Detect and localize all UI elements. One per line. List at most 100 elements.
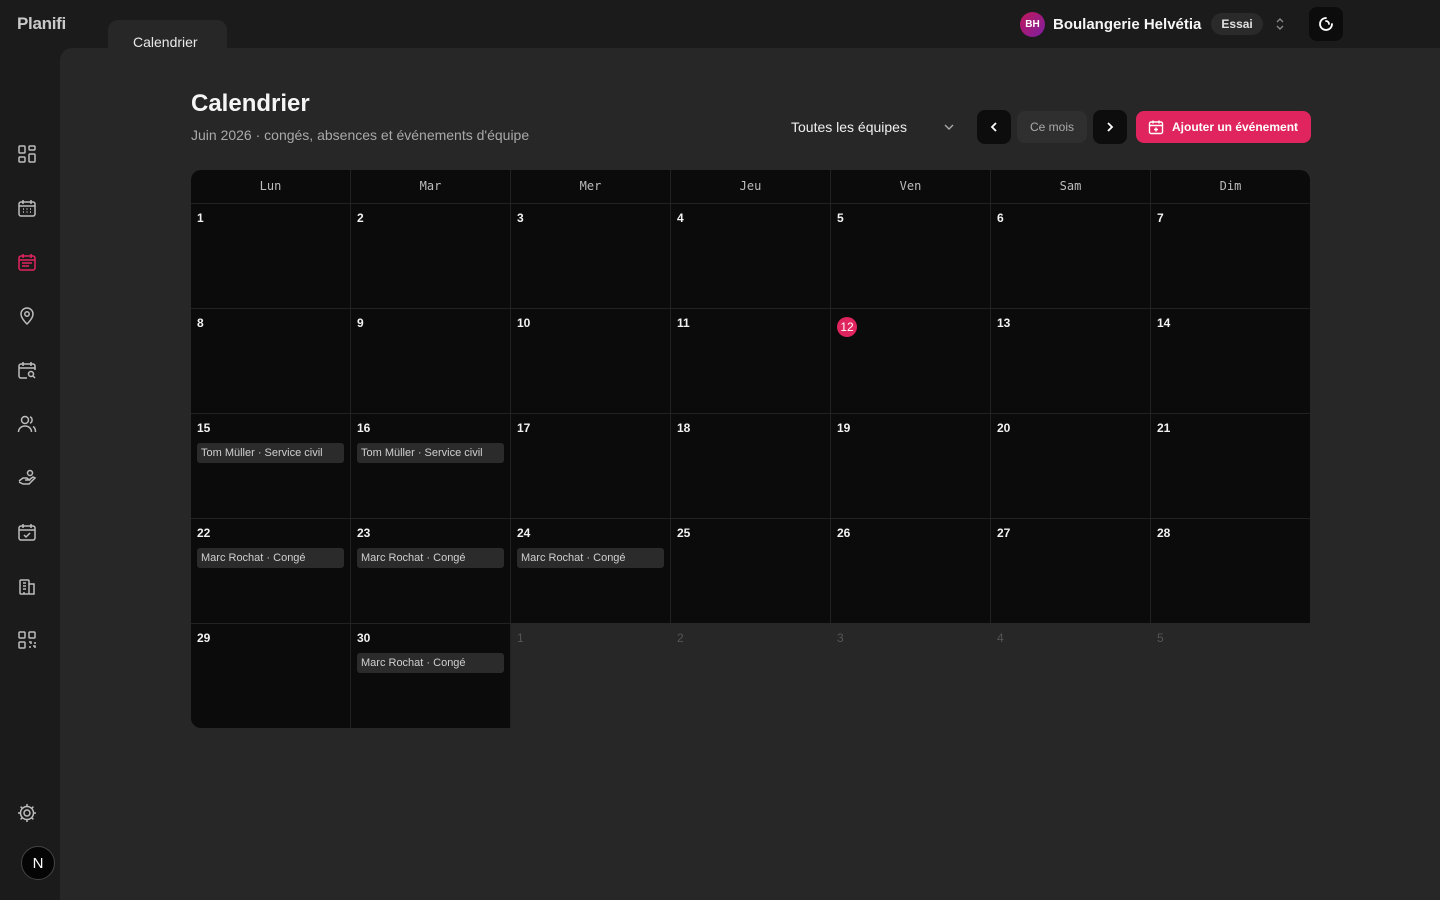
day-cell-outside[interactable]: 5 (1151, 623, 1310, 728)
current-month-button[interactable]: Ce mois (1017, 111, 1087, 143)
team-filter-value: Toutes les équipes (791, 119, 907, 135)
weekday-label: Lun (191, 170, 351, 203)
weekday-label: Sam (991, 170, 1151, 203)
day-number: 15 (197, 421, 211, 435)
app-logo[interactable]: Planifi (17, 14, 66, 34)
day-cell[interactable]: 11 (671, 308, 831, 413)
day-cell[interactable]: 10 (511, 308, 671, 413)
day-number: 1 (517, 631, 524, 645)
building-icon[interactable] (16, 575, 38, 597)
day-cell[interactable]: 14 (1151, 308, 1310, 413)
day-number: 12 (837, 316, 984, 337)
chevron-updown-icon (1273, 17, 1287, 31)
calendar-search-icon[interactable] (16, 359, 38, 381)
day-cell[interactable]: 19 (831, 413, 991, 518)
weekday-label: Ven (831, 170, 991, 203)
day-cell[interactable]: 2 (351, 203, 511, 308)
day-cell[interactable]: 16 Tom Müller · Service civil (351, 413, 511, 518)
day-cell[interactable]: 8 (191, 308, 351, 413)
day-cell-outside[interactable]: 3 (831, 623, 991, 728)
hand-money-icon[interactable] (16, 467, 38, 489)
day-cell[interactable]: 7 (1151, 203, 1310, 308)
org-name: Boulangerie Helvétia (1053, 15, 1202, 33)
day-cell[interactable]: 5 (831, 203, 991, 308)
day-number: 30 (357, 631, 371, 645)
day-cell[interactable]: 26 (831, 518, 991, 623)
day-number: 7 (1157, 211, 1164, 225)
page-subtitle: Juin 2026 · congés, absences et événemen… (191, 127, 530, 143)
users-icon[interactable] (16, 413, 38, 435)
today-marker: 12 (837, 317, 857, 337)
calendar-event[interactable]: Tom Müller · Service civil (197, 443, 344, 463)
day-number: 20 (997, 421, 1011, 435)
day-cell[interactable]: 3 (511, 203, 671, 308)
day-number: 29 (197, 631, 211, 645)
day-cell[interactable]: 4 (671, 203, 831, 308)
calendar-grid: Lun Mar Mer Jeu Ven Sam Dim 1 2 3 4 5 6 7 8 9 10 11 12 13 1… (191, 170, 1310, 728)
day-cell[interactable]: 30 Marc Rochat · Congé (351, 623, 511, 728)
day-cell[interactable]: 22 Marc Rochat · Congé (191, 518, 351, 623)
loading-button[interactable] (1309, 7, 1343, 41)
next-month-button[interactable] (1093, 110, 1127, 144)
day-number: 11 (677, 316, 690, 330)
calendar-event[interactable]: Marc Rochat · Congé (517, 548, 664, 568)
calendar-event[interactable]: Marc Rochat · Congé (357, 548, 504, 568)
week-row: 22 Marc Rochat · Congé 23 Marc Rochat · Con… (191, 518, 1310, 623)
day-cell[interactable]: 13 (991, 308, 1151, 413)
calendar-active-icon[interactable] (16, 251, 38, 273)
qr-code-icon[interactable] (16, 629, 38, 651)
day-cell[interactable]: 27 (991, 518, 1151, 623)
day-cell[interactable]: 15 Tom Müller · Service civil (191, 413, 351, 518)
add-event-label: Ajouter un événement (1172, 120, 1299, 134)
day-cell[interactable]: 29 (191, 623, 351, 728)
calendar-icon[interactable] (16, 197, 38, 219)
day-cell[interactable]: 17 (511, 413, 671, 518)
chevron-down-icon (944, 124, 954, 130)
location-pin-icon[interactable] (16, 305, 38, 327)
calendar-check-icon[interactable] (16, 521, 38, 543)
day-cell[interactable]: 18 (671, 413, 831, 518)
calendar-event[interactable]: Tom Müller · Service civil (357, 443, 504, 463)
main-panel: Calendrier Juin 2026 · congés, absences … (60, 48, 1440, 900)
add-event-button[interactable]: Ajouter un événement (1136, 111, 1311, 143)
day-number: 5 (837, 211, 844, 225)
day-number: 16 (357, 421, 371, 435)
day-cell[interactable]: 1 (191, 203, 351, 308)
day-number: 28 (1157, 526, 1171, 540)
day-cell[interactable]: 6 (991, 203, 1151, 308)
day-cell[interactable]: 20 (991, 413, 1151, 518)
day-number: 22 (197, 526, 211, 540)
day-number: 10 (517, 316, 531, 330)
user-avatar[interactable]: N (21, 846, 55, 880)
day-cell-outside[interactable]: 1 (511, 623, 671, 728)
org-switcher[interactable]: BH Boulangerie Helvétia Essai (1020, 11, 1287, 37)
week-row: 8 9 10 11 12 13 14 (191, 308, 1310, 413)
day-number: 3 (517, 211, 524, 225)
plan-badge: Essai (1211, 13, 1263, 35)
day-cell-outside[interactable]: 2 (671, 623, 831, 728)
prev-month-button[interactable] (977, 110, 1011, 144)
calendar-event[interactable]: Marc Rochat · Congé (197, 548, 344, 568)
calendar-body: 1 2 3 4 5 6 7 8 9 10 11 12 13 14 15 Tom Müller · Servic… (191, 203, 1310, 728)
day-cell[interactable]: 28 (1151, 518, 1310, 623)
team-filter-select[interactable]: Toutes les équipes (791, 116, 955, 138)
day-cell[interactable]: 25 (671, 518, 831, 623)
calendar-event[interactable]: Marc Rochat · Congé (357, 653, 504, 673)
weekday-header: Lun Mar Mer Jeu Ven Sam Dim (191, 170, 1310, 203)
calendar-plus-icon (1148, 120, 1164, 135)
day-cell[interactable]: 21 (1151, 413, 1310, 518)
day-number: 26 (837, 526, 851, 540)
chevron-right-icon (1107, 122, 1114, 132)
day-cell[interactable]: 9 (351, 308, 511, 413)
day-number: 3 (837, 631, 844, 645)
day-number: 4 (997, 631, 1004, 645)
day-cell[interactable]: 23 Marc Rochat · Congé (351, 518, 511, 623)
day-number: 13 (997, 316, 1011, 330)
chevron-left-icon (990, 122, 997, 132)
weekday-label: Jeu (671, 170, 831, 203)
day-cell-outside[interactable]: 4 (991, 623, 1151, 728)
day-cell[interactable]: 12 (831, 308, 991, 413)
gear-icon[interactable] (16, 802, 38, 824)
day-cell[interactable]: 24 Marc Rochat · Congé (511, 518, 671, 623)
dashboard-icon[interactable] (16, 143, 38, 165)
